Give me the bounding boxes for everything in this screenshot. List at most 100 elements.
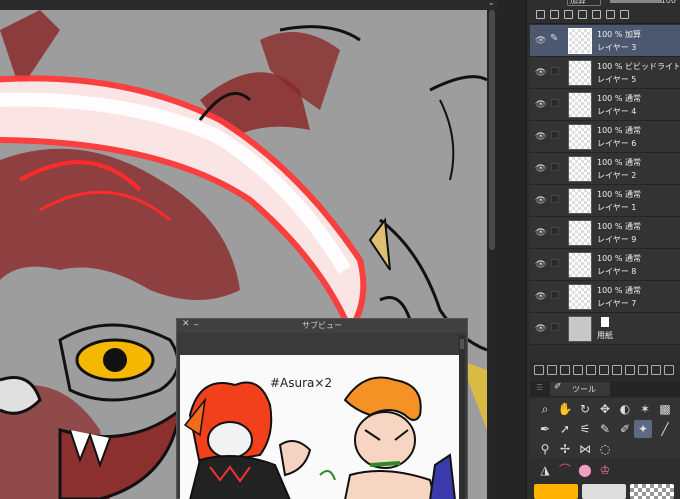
layer-option-icons: [536, 10, 676, 22]
layer-mode: 100 % ビビッドライト: [597, 62, 679, 71]
delete-layer-icon[interactable]: [664, 365, 674, 375]
transparent-color-swatch[interactable]: [630, 484, 674, 499]
figure-icon[interactable]: ⋈: [576, 440, 594, 458]
blend-icon[interactable]: ✦: [634, 420, 652, 438]
zoom-icon[interactable]: ⌕: [536, 400, 554, 418]
layer-thumbnail: [568, 252, 592, 278]
layer-name: レイヤー 9: [597, 235, 637, 244]
reference-layer-icon[interactable]: [612, 365, 622, 375]
rotate-icon[interactable]: ↻: [576, 400, 594, 418]
gradient-tool-icon[interactable]: ⌒: [556, 461, 574, 479]
lock-transparency-icon[interactable]: [592, 10, 601, 19]
layer-row[interactable]: 👁 100 % 通常 レイヤー 8: [530, 249, 680, 281]
eye-icon[interactable]: 👁: [535, 68, 546, 78]
canvas-top-bar: ⌄: [0, 0, 497, 10]
layer-row[interactable]: 👁 100 % 通常 レイヤー 4: [530, 89, 680, 121]
lock-toggle[interactable]: [551, 227, 559, 235]
layer-row[interactable]: 👁 100 % 通常 レイヤー 9: [530, 217, 680, 249]
mask-layer-icon[interactable]: [625, 365, 635, 375]
swatch-icon[interactable]: ⬤: [576, 461, 594, 479]
opacity-value: 100: [660, 0, 676, 5]
eye-icon[interactable]: 👁: [535, 164, 546, 174]
reference-icon[interactable]: [550, 10, 559, 19]
layer-row[interactable]: 👁 100 % 通常 レイヤー 7: [530, 281, 680, 313]
lock-toggle[interactable]: [551, 131, 559, 139]
eye-icon[interactable]: 👁: [535, 260, 546, 270]
lock-toggle[interactable]: [551, 259, 559, 267]
lock-toggle[interactable]: [551, 291, 559, 299]
layer-thumbnail: [568, 220, 592, 246]
lock-toggle[interactable]: [551, 99, 559, 107]
auto-select-icon[interactable]: ⚟: [576, 420, 594, 438]
layer-row[interactable]: 👁 100 % 通常 レイヤー 6: [530, 121, 680, 153]
hand-icon[interactable]: ✋: [556, 400, 574, 418]
decoration-icon[interactable]: ✢: [556, 440, 574, 458]
fill-icon[interactable]: ◐: [616, 400, 634, 418]
subview-titlebar[interactable]: ✕ _ サブビュー: [177, 316, 467, 333]
eraser-icon[interactable]: ✐: [616, 420, 634, 438]
pen-icon[interactable]: ✒: [536, 420, 554, 438]
eye-icon[interactable]: 👁: [535, 292, 546, 302]
eye-icon[interactable]: 👁: [535, 132, 546, 142]
sub-color-swatch[interactable]: [582, 484, 626, 499]
opacity-slider[interactable]: [610, 0, 662, 3]
move-icon[interactable]: ✥: [596, 400, 614, 418]
eye-icon[interactable]: 👁: [535, 36, 546, 46]
tool-panel-header: ☰ ✐ ツール: [530, 381, 680, 397]
layer-name: レイヤー 8: [597, 267, 637, 276]
clip-layer-icon[interactable]: [599, 365, 609, 375]
subview-reference-image[interactable]: #Asura×2: [180, 355, 460, 499]
layer-name: レイヤー 5: [597, 75, 637, 84]
layer-row[interactable]: 👁 100 % ビビッドライト レイヤー 5: [530, 57, 680, 89]
clip-icon[interactable]: [536, 10, 545, 19]
new-folder-icon[interactable]: [560, 365, 570, 375]
layer-thumbnail: [568, 316, 592, 342]
lock-toggle[interactable]: [551, 163, 559, 171]
scrollbar-thumb[interactable]: [460, 339, 464, 349]
eye-icon[interactable]: 👁: [535, 100, 546, 110]
eye-icon[interactable]: 👁: [535, 324, 546, 334]
paper-icon: [600, 316, 610, 328]
new-vector-layer-icon[interactable]: [547, 365, 557, 375]
layer-row[interactable]: 👁 100 % 通常 レイヤー 1: [530, 185, 680, 217]
eyedropper-icon[interactable]: ⚲: [536, 440, 554, 458]
layer-row[interactable]: 👁 ✎ 100 % 加算 レイヤー 3: [530, 25, 680, 57]
mask-icon[interactable]: [620, 10, 629, 19]
canvas-vertical-scrollbar[interactable]: [487, 10, 497, 499]
layer-name: レイヤー 3: [597, 43, 637, 52]
scrollbar-thumb[interactable]: [489, 10, 495, 250]
layer-mode: 100 % 通常: [597, 94, 641, 103]
main-color-swatch[interactable]: [534, 484, 578, 499]
ruler-icon[interactable]: [651, 365, 661, 375]
paper-layer-row[interactable]: 👁 用紙: [530, 313, 680, 345]
new-raster-layer-icon[interactable]: [534, 365, 544, 375]
selection-arrow-icon[interactable]: ➚: [556, 420, 574, 438]
brush-icon[interactable]: ✎: [596, 420, 614, 438]
line-icon[interactable]: ╱: [656, 420, 674, 438]
tab-tool[interactable]: ✐ ツール: [550, 382, 610, 396]
chevron-down-icon[interactable]: ⌄: [487, 0, 495, 8]
lock-toggle[interactable]: [551, 195, 559, 203]
combine-icon[interactable]: [586, 365, 596, 375]
lasso-icon[interactable]: ◌: [596, 440, 614, 458]
lock-toggle[interactable]: [551, 323, 559, 331]
lock-icon[interactable]: [578, 10, 587, 19]
cake-icon[interactable]: ♔: [596, 461, 614, 479]
apply-mask-icon[interactable]: [638, 365, 648, 375]
sparkle-icon[interactable]: ✶: [636, 400, 654, 418]
reference-sketch: #Asura×2: [183, 376, 456, 499]
lock-toggle[interactable]: [551, 67, 559, 75]
fill-bucket-icon[interactable]: ◮: [536, 461, 554, 479]
gradient-icon[interactable]: ▩: [656, 400, 674, 418]
eye-icon[interactable]: 👁: [535, 228, 546, 238]
layer-name: レイヤー 2: [597, 171, 637, 180]
eye-icon[interactable]: 👁: [535, 196, 546, 206]
palette-icon[interactable]: [606, 10, 615, 19]
subview-window: ✕ _ サブビュー #Asura×2: [176, 316, 468, 499]
transfer-down-icon[interactable]: [573, 365, 583, 375]
blend-mode-select[interactable]: 加算: [567, 0, 601, 6]
grip-icon[interactable]: ☰: [536, 383, 543, 392]
draft-icon[interactable]: [564, 10, 573, 19]
layer-row[interactable]: 👁 100 % 通常 レイヤー 2: [530, 153, 680, 185]
subview-scrollbar[interactable]: [459, 335, 465, 499]
